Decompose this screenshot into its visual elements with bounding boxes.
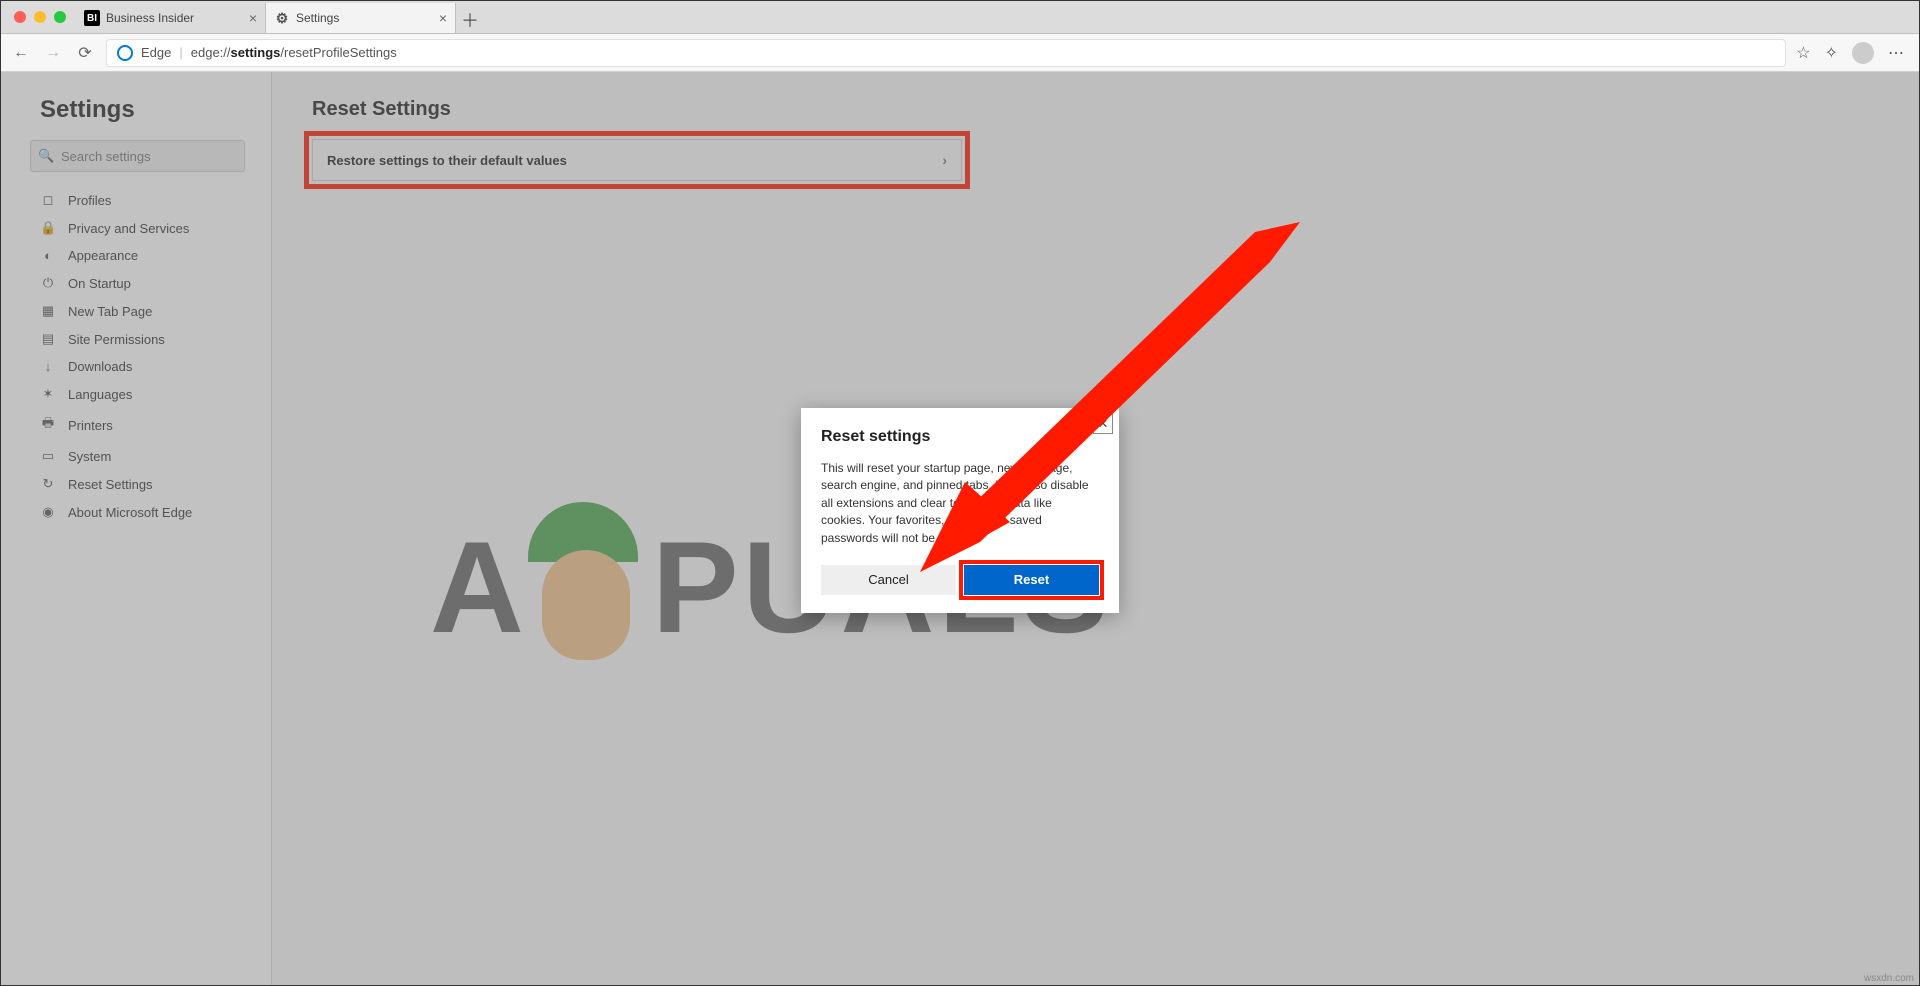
cancel-button[interactable]: Cancel bbox=[821, 565, 956, 595]
new-tab-button[interactable]: ＋ bbox=[456, 7, 484, 33]
forward-button[interactable]: → bbox=[42, 42, 64, 64]
address-bar[interactable]: Edge | edge://settings/resetProfileSetti… bbox=[106, 39, 1786, 67]
tab-title: Business Insider bbox=[106, 11, 194, 25]
tab-settings[interactable]: ⚙ Settings × bbox=[266, 3, 456, 33]
reset-settings-dialog: ✕ Reset settings This will reset your st… bbox=[801, 408, 1119, 613]
url-text: edge://settings/resetProfileSettings bbox=[191, 45, 397, 60]
dialog-layer: ✕ Reset settings This will reset your st… bbox=[0, 72, 1920, 986]
traffic-lights bbox=[8, 11, 76, 23]
profile-avatar-icon[interactable] bbox=[1852, 42, 1874, 64]
close-window-icon[interactable] bbox=[14, 11, 26, 23]
dialog-body: This will reset your startup page, new t… bbox=[821, 460, 1099, 547]
window-titlebar: BI Business Insider × ⚙ Settings × ＋ bbox=[0, 0, 1920, 34]
close-tab-icon[interactable]: × bbox=[249, 10, 257, 26]
dialog-close-button[interactable]: ✕ bbox=[1093, 414, 1113, 434]
reload-button[interactable]: ⟳ bbox=[74, 42, 96, 64]
back-button[interactable]: ← bbox=[10, 42, 32, 64]
tab-strip: BI Business Insider × ⚙ Settings × ＋ bbox=[76, 0, 484, 33]
favorites-star-icon[interactable]: ☆ bbox=[1796, 43, 1810, 63]
site-label: Edge bbox=[141, 45, 171, 60]
site-identity-icon bbox=[117, 45, 133, 61]
collections-icon[interactable]: ✧ bbox=[1825, 43, 1838, 63]
tab-favicon-gear-icon: ⚙ bbox=[274, 10, 290, 26]
tab-title: Settings bbox=[296, 11, 339, 25]
close-icon: ✕ bbox=[1098, 416, 1109, 432]
tab-business-insider[interactable]: BI Business Insider × bbox=[76, 3, 266, 33]
toolbar: ← → ⟳ Edge | edge://settings/resetProfil… bbox=[0, 34, 1920, 72]
tab-favicon-bi: BI bbox=[84, 10, 100, 26]
reset-button[interactable]: Reset bbox=[964, 565, 1099, 595]
more-menu-icon[interactable]: ⋯ bbox=[1888, 43, 1904, 63]
dialog-title: Reset settings bbox=[821, 428, 1099, 446]
minimize-window-icon[interactable] bbox=[34, 11, 46, 23]
close-tab-icon[interactable]: × bbox=[439, 10, 447, 26]
maximize-window-icon[interactable] bbox=[54, 11, 66, 23]
content-area: Settings 🔍 ◻Profiles 🔒Privacy and Servic… bbox=[0, 72, 1920, 986]
image-credit: wsxdn.com bbox=[1864, 973, 1914, 984]
separator: | bbox=[179, 45, 182, 60]
